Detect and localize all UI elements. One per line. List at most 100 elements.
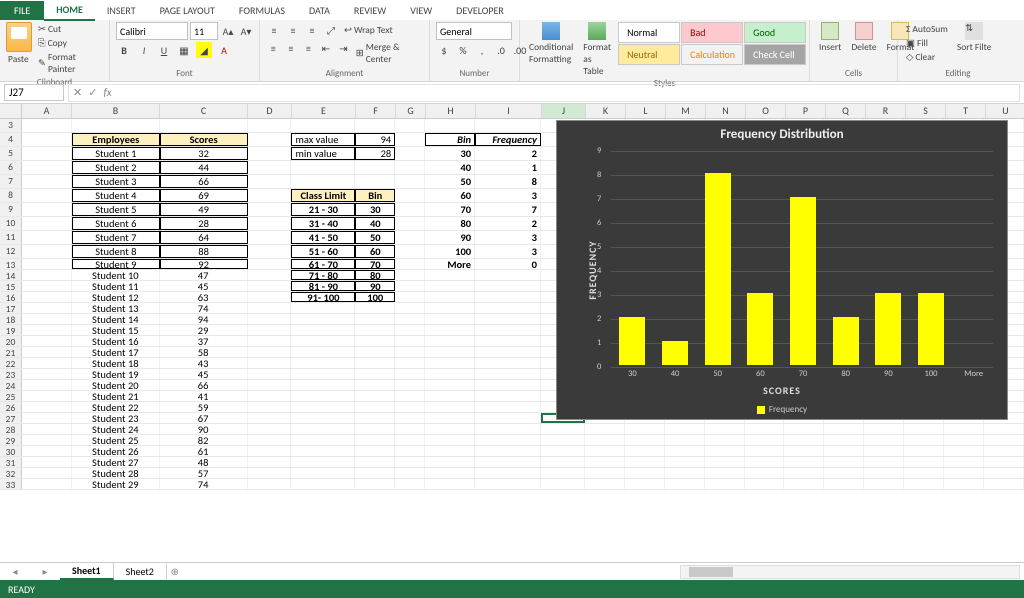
cell[interactable] bbox=[541, 424, 585, 434]
style-normal[interactable]: Normal bbox=[618, 22, 680, 43]
cell[interactable] bbox=[665, 479, 705, 489]
comma-icon[interactable]: , bbox=[474, 42, 490, 58]
cell[interactable] bbox=[248, 358, 292, 368]
cell[interactable] bbox=[248, 336, 292, 346]
cell[interactable] bbox=[475, 402, 541, 412]
cell[interactable] bbox=[291, 358, 355, 368]
cell[interactable] bbox=[425, 303, 475, 313]
borders-button[interactable]: ▦ bbox=[176, 42, 192, 58]
cell[interactable] bbox=[864, 435, 904, 445]
cell[interactable] bbox=[395, 479, 425, 489]
cell[interactable]: 21 - 30 bbox=[291, 203, 355, 216]
cell[interactable] bbox=[585, 479, 625, 489]
cell[interactable] bbox=[745, 424, 785, 434]
cell[interactable] bbox=[625, 435, 665, 445]
enter-icon[interactable]: ✓ bbox=[88, 86, 97, 99]
col-header-J[interactable]: J bbox=[542, 104, 586, 118]
italic-button[interactable]: I bbox=[136, 42, 152, 58]
cell[interactable] bbox=[904, 479, 944, 489]
cell[interactable] bbox=[248, 314, 292, 324]
cell[interactable] bbox=[22, 231, 72, 244]
cell[interactable] bbox=[22, 281, 72, 291]
col-header-O[interactable]: O bbox=[746, 104, 786, 118]
cell[interactable] bbox=[475, 292, 541, 302]
cell[interactable] bbox=[475, 347, 541, 357]
cell[interactable]: Student 13 bbox=[72, 303, 160, 313]
cell[interactable] bbox=[355, 175, 395, 188]
col-header-N[interactable]: N bbox=[706, 104, 746, 118]
cell[interactable] bbox=[475, 325, 541, 335]
cell[interactable]: Student 4 bbox=[72, 189, 160, 202]
cell[interactable] bbox=[22, 457, 72, 467]
cell[interactable] bbox=[864, 468, 904, 478]
cell[interactable]: 45 bbox=[160, 281, 248, 291]
cell[interactable] bbox=[248, 175, 292, 188]
cell[interactable]: 64 bbox=[160, 231, 248, 244]
tab-review[interactable]: REVIEW bbox=[342, 1, 398, 20]
cell[interactable]: 100 bbox=[355, 292, 395, 302]
cell[interactable]: Student 25 bbox=[72, 435, 160, 445]
cell[interactable]: Student 21 bbox=[72, 391, 160, 401]
number-format-select[interactable] bbox=[436, 22, 512, 40]
cell[interactable] bbox=[291, 435, 355, 445]
cell[interactable]: Student 22 bbox=[72, 402, 160, 412]
cell[interactable] bbox=[395, 175, 425, 188]
cell[interactable] bbox=[22, 245, 72, 258]
cell[interactable] bbox=[864, 424, 904, 434]
cell[interactable] bbox=[984, 435, 1024, 445]
cell[interactable] bbox=[824, 424, 864, 434]
cell[interactable] bbox=[22, 292, 72, 302]
cell[interactable] bbox=[425, 281, 475, 291]
cell[interactable]: 7 bbox=[475, 203, 541, 216]
align-center-icon[interactable]: ≡ bbox=[284, 40, 299, 56]
row-header[interactable]: 17 bbox=[0, 303, 22, 313]
cell[interactable] bbox=[248, 281, 292, 291]
cell[interactable]: Student 19 bbox=[72, 369, 160, 379]
cell[interactable] bbox=[22, 133, 72, 146]
select-all-corner[interactable] bbox=[0, 104, 22, 118]
col-header-F[interactable]: F bbox=[356, 104, 396, 118]
cell[interactable]: 0 bbox=[475, 259, 541, 269]
cell[interactable] bbox=[425, 119, 475, 132]
cell[interactable] bbox=[475, 358, 541, 368]
indent-inc-icon[interactable]: ⇥ bbox=[336, 40, 351, 56]
row-header[interactable]: 3 bbox=[0, 119, 22, 132]
cell[interactable] bbox=[160, 119, 248, 132]
cell[interactable] bbox=[395, 203, 425, 216]
align-bottom-icon[interactable]: ≡ bbox=[304, 22, 320, 38]
cell[interactable]: Student 1 bbox=[72, 147, 160, 160]
cell[interactable] bbox=[665, 468, 705, 478]
row-header[interactable]: 33 bbox=[0, 479, 22, 489]
cell[interactable] bbox=[425, 369, 475, 379]
format-painter-button[interactable]: ✎Format Painter bbox=[36, 50, 103, 76]
row-header[interactable]: 19 bbox=[0, 325, 22, 335]
cell[interactable] bbox=[22, 161, 72, 174]
cell[interactable]: Scores bbox=[160, 133, 248, 146]
cell[interactable]: 66 bbox=[160, 380, 248, 390]
cell[interactable] bbox=[395, 325, 425, 335]
delete-cells-button[interactable]: Delete bbox=[848, 22, 879, 53]
align-left-icon[interactable]: ≡ bbox=[266, 40, 281, 56]
cell[interactable] bbox=[395, 270, 425, 280]
cell[interactable] bbox=[395, 303, 425, 313]
row-header[interactable]: 15 bbox=[0, 281, 22, 291]
cell[interactable] bbox=[705, 479, 745, 489]
cell[interactable]: 69 bbox=[160, 189, 248, 202]
cell[interactable] bbox=[425, 270, 475, 280]
cell[interactable] bbox=[22, 325, 72, 335]
col-header-I[interactable]: I bbox=[476, 104, 542, 118]
cell[interactable]: 90 bbox=[355, 281, 395, 291]
cell[interactable] bbox=[22, 358, 72, 368]
tab-formulas[interactable]: FORMULAS bbox=[227, 1, 297, 20]
tab-developer[interactable]: DEVELOPER bbox=[444, 1, 516, 20]
cell[interactable]: Student 12 bbox=[72, 292, 160, 302]
cell[interactable] bbox=[944, 468, 984, 478]
cell[interactable] bbox=[625, 457, 665, 467]
row-header[interactable]: 8 bbox=[0, 189, 22, 202]
cell[interactable] bbox=[355, 402, 395, 412]
cell[interactable] bbox=[248, 413, 292, 423]
style-good[interactable]: Good bbox=[744, 22, 806, 43]
cell[interactable]: 88 bbox=[160, 245, 248, 258]
cell[interactable]: 50 bbox=[425, 175, 475, 188]
cell[interactable] bbox=[355, 413, 395, 423]
